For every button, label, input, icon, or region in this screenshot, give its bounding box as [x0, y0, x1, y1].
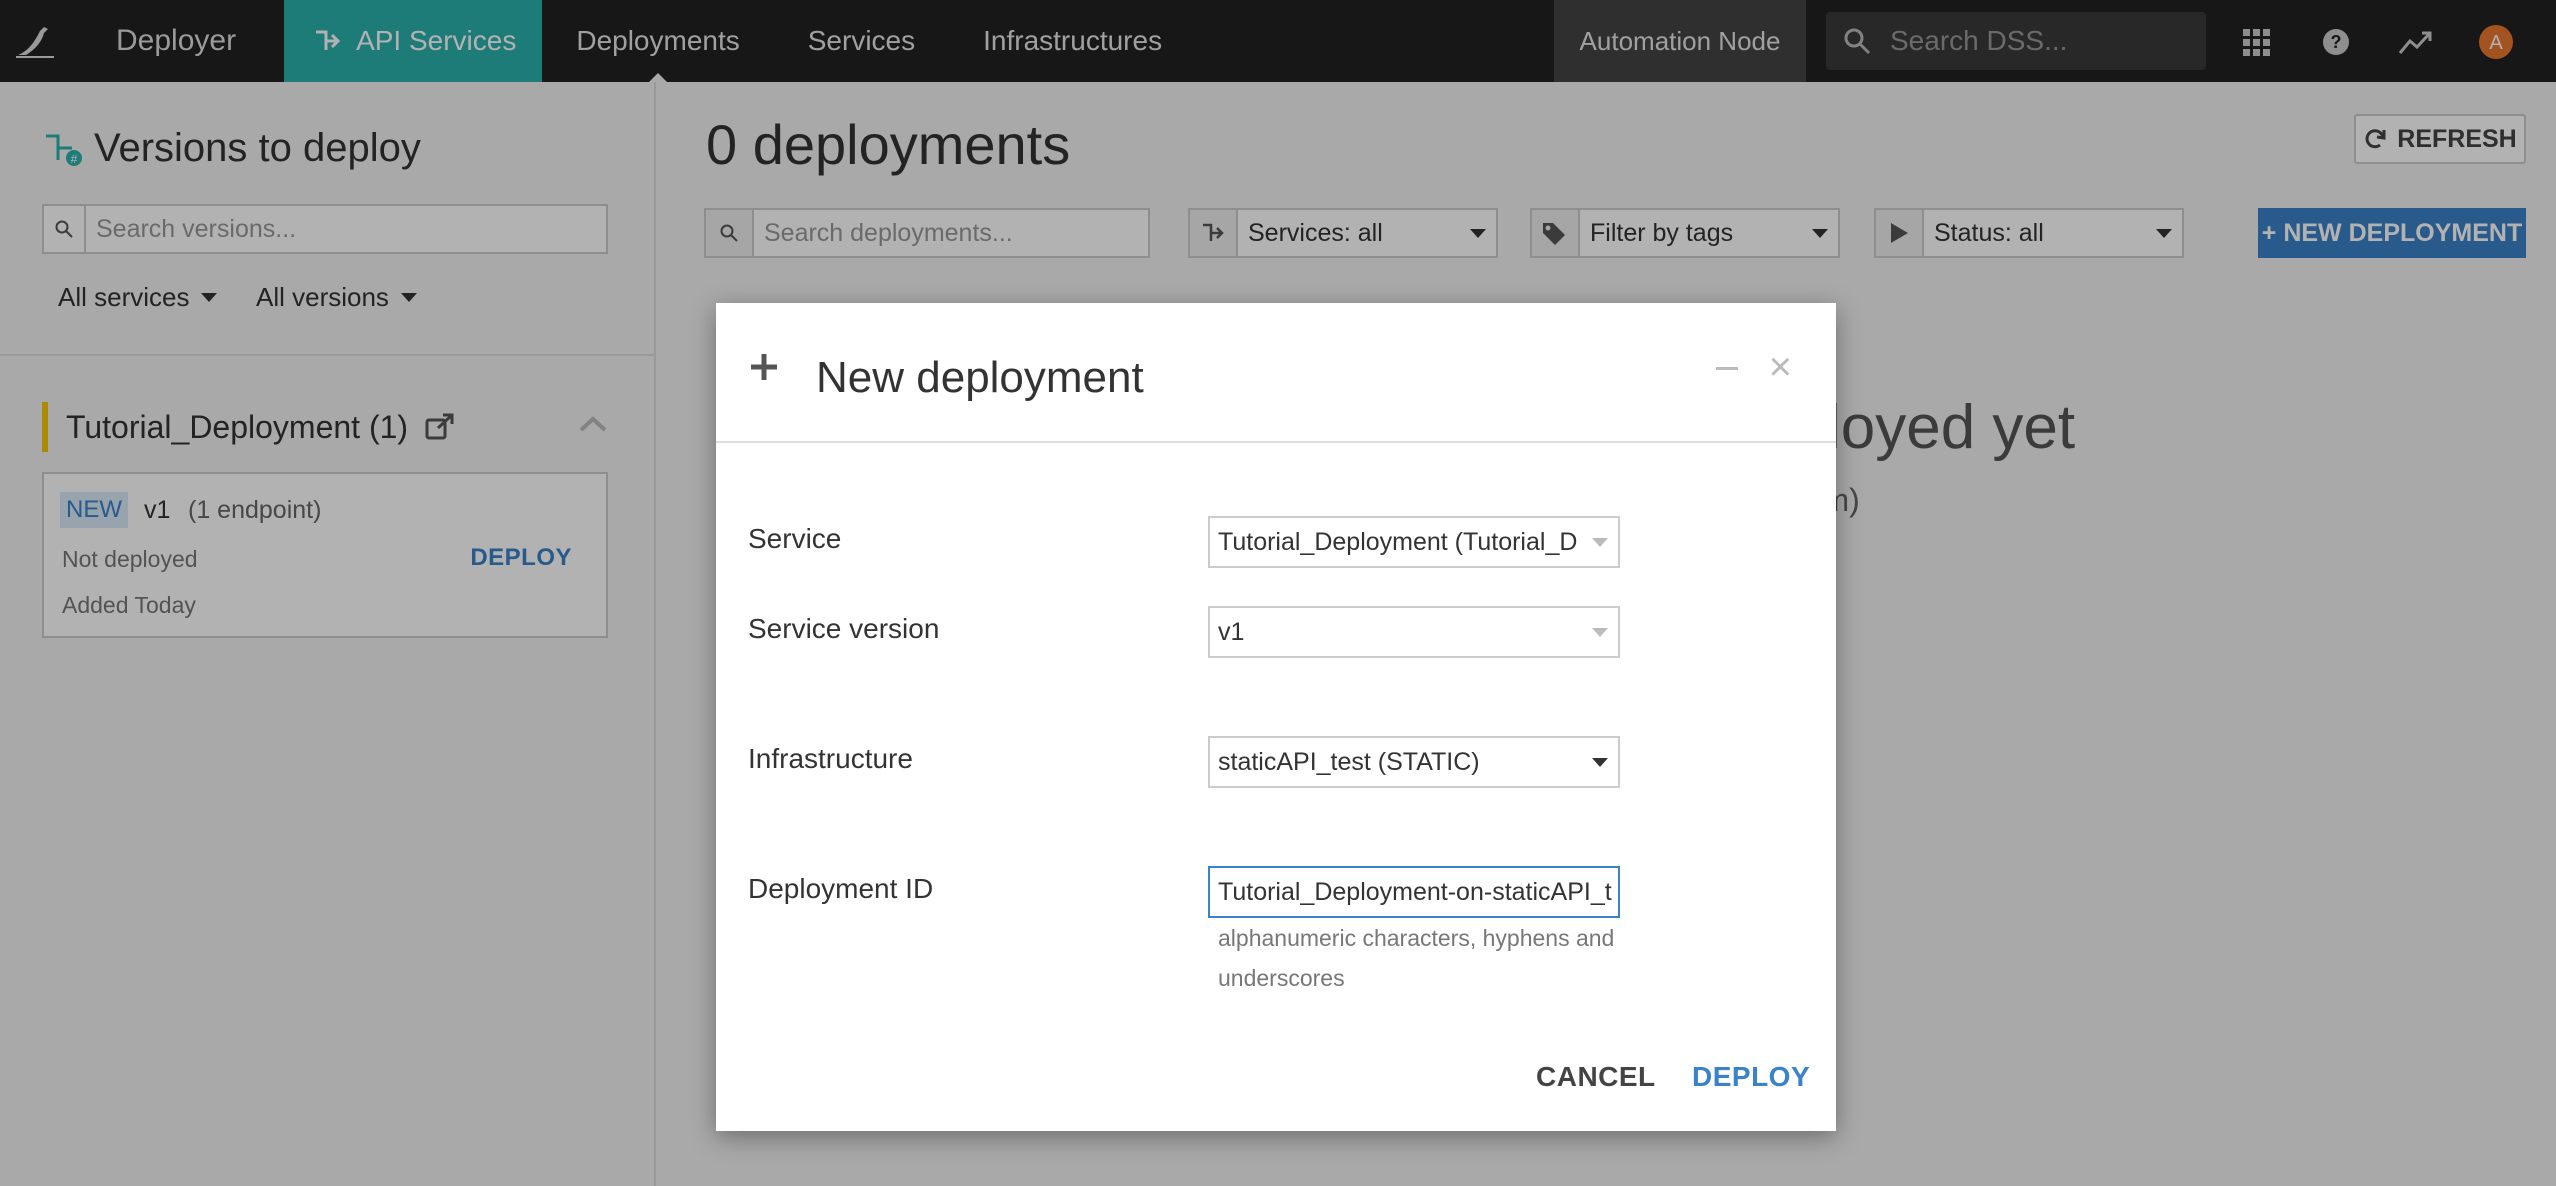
infrastructure-value: staticAPI_test (STATIC) [1218, 747, 1480, 776]
deployment-id-label: Deployment ID [748, 873, 934, 904]
service-value: Tutorial_Deployment (Tutorial_De [1218, 527, 1578, 556]
deployment-id-value: Tutorial_Deployment-on-staticAPI_t [1218, 877, 1612, 906]
minimize-icon[interactable] [1716, 367, 1738, 370]
modal-header: New deployment × [716, 303, 1836, 443]
caret-down-icon [1592, 628, 1608, 637]
service-select[interactable]: Tutorial_Deployment (Tutorial_De [1208, 516, 1620, 568]
service-version-value: v1 [1218, 617, 1245, 646]
cancel-button[interactable]: CANCEL [1536, 1061, 1656, 1093]
close-icon[interactable]: × [1769, 345, 1792, 390]
caret-down-icon [1592, 758, 1608, 767]
deploy-button[interactable]: DEPLOY [1692, 1061, 1810, 1093]
infrastructure-select[interactable]: staticAPI_test (STATIC) [1208, 736, 1620, 788]
deployment-id-input[interactable]: Tutorial_Deployment-on-staticAPI_t [1208, 866, 1620, 918]
modal-title: New deployment [816, 353, 1144, 402]
plus-icon [748, 351, 780, 388]
new-deployment-modal: New deployment × Service Tutorial_Deploy… [716, 303, 1836, 1131]
service-label: Service [748, 523, 842, 554]
service-version-select[interactable]: v1 [1208, 606, 1620, 658]
deployment-id-help: alphanumeric characters, hyphens and und… [1218, 925, 1615, 991]
infrastructure-label: Infrastructure [748, 743, 913, 774]
caret-down-icon [1592, 538, 1608, 547]
service-version-label: Service version [748, 613, 940, 644]
